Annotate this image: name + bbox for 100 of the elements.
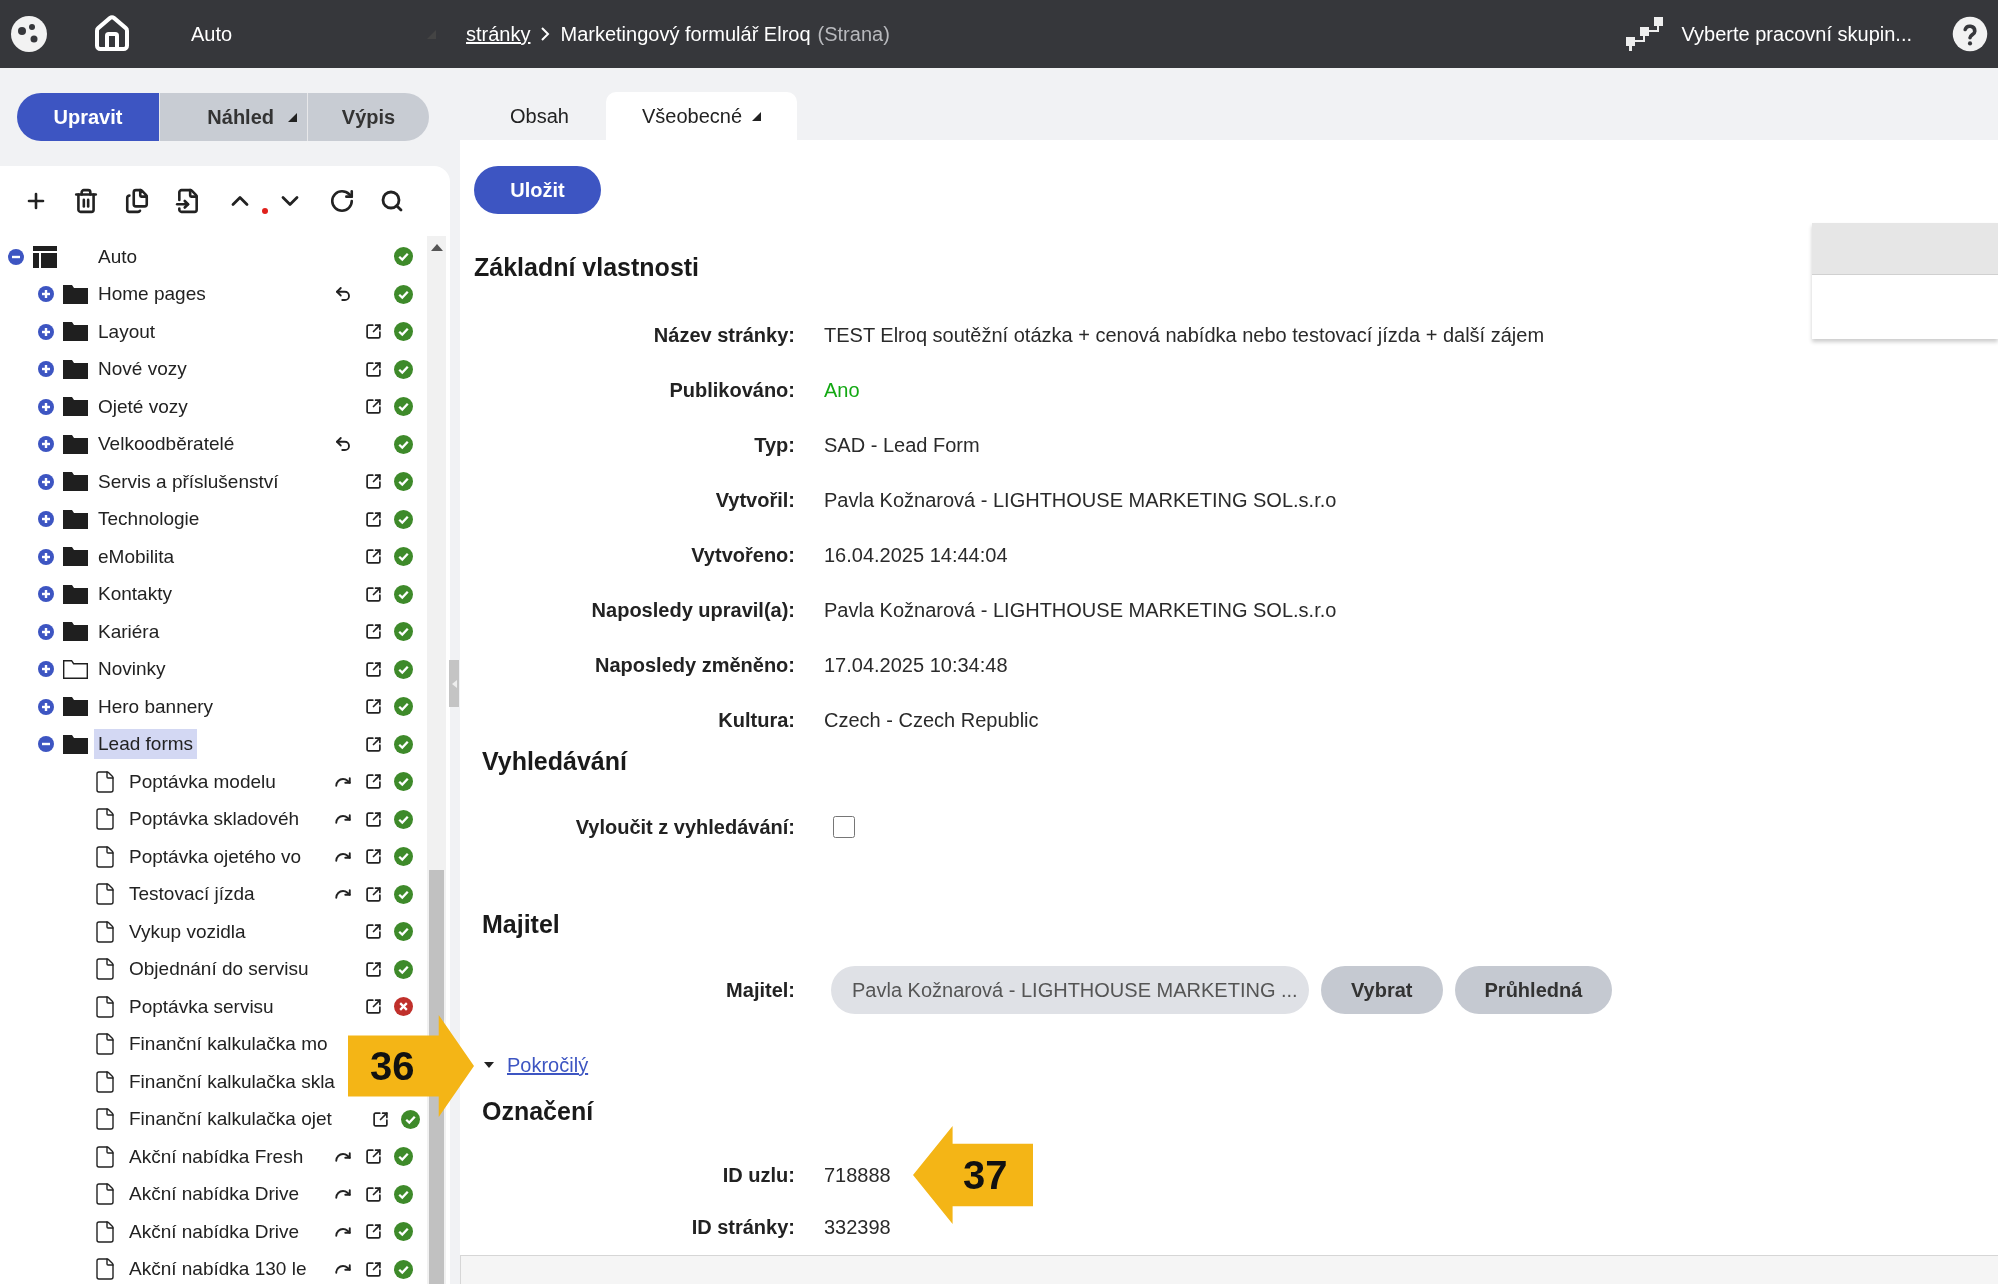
tree-item[interactable]: Akční nabídka 130 le [125,1254,311,1284]
logo-icon[interactable] [10,15,48,53]
expand-icon[interactable] [37,622,55,641]
search-icon[interactable] [380,189,404,213]
site-selector[interactable]: Auto [191,14,436,54]
external-link-icon[interactable] [364,548,382,566]
content-tab[interactable]: Všeobecné [605,92,797,140]
tree-item[interactable]: Ojeté vozy [94,391,192,422]
tree-item[interactable]: Technologie [94,504,204,535]
external-link-icon[interactable] [364,660,382,678]
external-link-icon[interactable] [364,360,382,378]
external-link-icon[interactable] [364,323,382,341]
external-link-icon[interactable] [364,773,382,791]
external-link-icon[interactable] [364,810,382,828]
document-icon [93,882,117,907]
collapse-icon[interactable] [37,735,55,754]
select-button[interactable]: Vybrat [1321,965,1443,1014]
tree-item[interactable]: Hero bannery [94,691,218,722]
tree-item[interactable]: Layout [94,316,160,347]
tree-item[interactable]: Kontakty [94,579,176,610]
external-link-icon[interactable] [364,960,382,978]
expand-icon[interactable] [37,660,55,679]
tree-item[interactable]: eMobilita [94,541,179,572]
external-link-icon[interactable] [364,1185,382,1203]
expand-icon[interactable] [37,435,55,454]
refresh-icon[interactable] [329,188,355,214]
owner-field[interactable]: Pavla Kožnarová - LIGHTHOUSE MARKETING ... [831,965,1309,1014]
dot-icon [262,208,268,214]
tree-item[interactable]: Poptávka servisu [125,991,278,1022]
mode-tab[interactable]: Výpis [307,93,429,141]
exclude-checkbox[interactable] [833,815,855,838]
mode-tab[interactable]: Upravit [17,93,159,141]
external-link-icon[interactable] [372,1110,390,1128]
tree-item[interactable]: Objednání do servisu [125,954,313,985]
external-link-icon[interactable] [364,473,382,491]
tree-item[interactable]: Auto [94,241,142,272]
copy-icon[interactable] [124,188,150,214]
content-tab[interactable]: Obsah [473,92,606,140]
external-link-icon[interactable] [364,1260,382,1278]
layout-icon [33,245,57,268]
expand-icon[interactable] [37,285,55,304]
external-link-icon[interactable] [364,623,382,641]
expand-icon[interactable] [37,697,55,716]
external-link-icon[interactable] [364,848,382,866]
tree-item[interactable]: Akční nabídka Fresh [125,1141,308,1172]
field-label: Naposledy změněno: [594,653,795,676]
external-link-icon[interactable] [364,735,382,753]
collapse-icon[interactable] [7,247,25,266]
workgroup-selector[interactable]: Vyberte pracovní skupin... [1681,19,1912,49]
external-link-icon[interactable] [364,585,382,603]
help-icon[interactable] [1952,16,1988,52]
tree-item[interactable]: Velkoodběratelé [94,429,239,460]
field-label: ID stránky: [691,1216,795,1238]
tree-item[interactable]: Nové vozy [94,354,191,385]
save-button[interactable]: Uložit [474,166,601,214]
advanced-link[interactable]: Pokročilý [507,1050,589,1080]
scroll-up-icon[interactable] [430,243,443,251]
expand-icon[interactable] [37,585,55,604]
external-link-icon[interactable] [364,1223,382,1241]
tree-item[interactable]: Vykup vozidla [125,916,250,947]
external-link-icon[interactable] [364,923,382,941]
tree-item[interactable]: Akční nabídka Drive [125,1216,304,1247]
expand-icon[interactable] [37,547,55,566]
undo-icon[interactable] [334,285,352,304]
tree-item[interactable]: Servis a příslušenství [94,466,283,497]
folder-icon [63,547,88,567]
tree-item[interactable]: Finanční kalkulačka ojet [125,1104,336,1135]
home-icon[interactable] [92,14,132,54]
tree-item[interactable]: Poptávka modelu [125,766,280,797]
expand-icon[interactable] [37,322,55,341]
undo-icon[interactable] [334,435,352,454]
external-link-icon[interactable] [364,1148,382,1166]
workgroup-icon[interactable] [1625,17,1664,51]
tree-item[interactable]: Akční nabídka Drive [125,1179,304,1210]
external-link-icon[interactable] [364,998,382,1016]
field-value: 718888 [824,1163,891,1188]
expand-icon[interactable] [37,510,55,529]
tree-item[interactable]: Testovací jízda [125,879,259,910]
external-link-icon[interactable] [364,698,382,716]
move-icon[interactable] [175,188,201,214]
splitter-handle[interactable] [449,660,459,707]
tree-item[interactable]: Novinky [94,654,170,685]
tree-item[interactable]: Finanční kalkulačka mo [125,1029,332,1060]
external-link-icon[interactable] [364,885,382,903]
trash-icon[interactable] [73,188,99,214]
mode-tab[interactable]: Náhled [159,93,307,141]
tree-item[interactable]: Kariéra [94,616,164,647]
field-label: Publikováno: [669,378,795,401]
tree-item[interactable]: Home pages [94,279,210,310]
transparent-button[interactable]: Průhledná [1454,965,1613,1014]
breadcrumb-link[interactable]: stránky [466,19,531,49]
tree-item[interactable]: Lead forms [94,729,198,760]
external-link-icon[interactable] [364,398,382,416]
expand-icon[interactable] [37,397,55,416]
tree-item[interactable]: Poptávka ojetého vo [125,841,306,872]
expand-icon[interactable] [37,360,55,379]
external-link-icon[interactable] [364,510,382,528]
expand-icon[interactable] [37,472,55,491]
tree-item[interactable]: Poptávka skladovéh [125,804,304,835]
tree-item[interactable]: Finanční kalkulačka skla [125,1066,339,1097]
